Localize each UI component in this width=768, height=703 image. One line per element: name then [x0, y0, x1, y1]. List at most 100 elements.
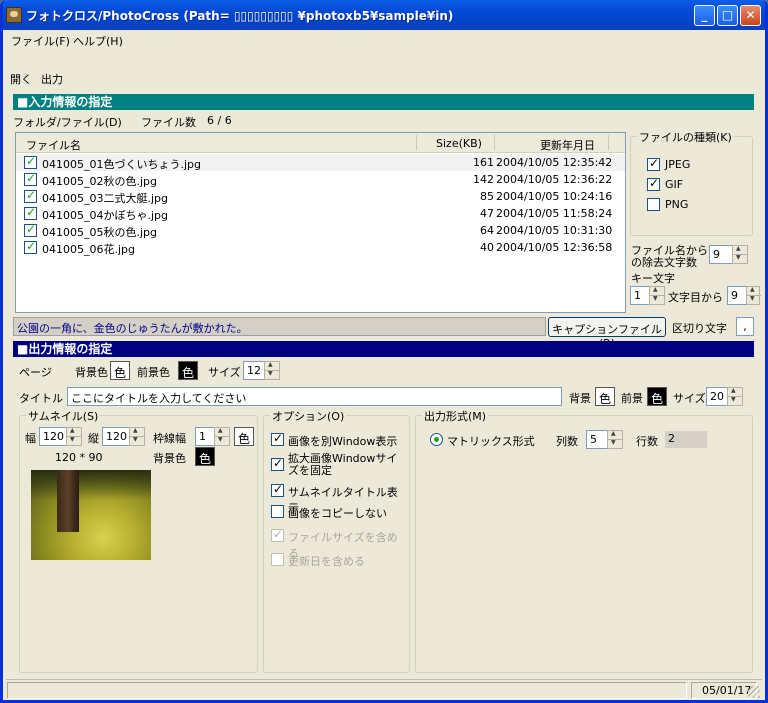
- file-name: 041005_01色づくいちょう.jpg: [42, 158, 202, 171]
- columns-input[interactable]: 5: [586, 430, 608, 449]
- app-window: フォトクロス/PhotoCross (Path= ▯▯▯▯▯▯▯▯▯ ¥phot…: [0, 0, 768, 703]
- thumb-bg-color-button[interactable]: 色: [195, 447, 216, 466]
- column-name-header[interactable]: ファイル名: [26, 137, 81, 153]
- file-date: 2004/10/05 12:35:42: [496, 156, 613, 169]
- png-label: PNG: [665, 198, 689, 211]
- rows-value: 2: [665, 431, 707, 448]
- option-fixed-size-label: 拡大画像Windowサイズを固定: [288, 452, 398, 477]
- file-checkbox[interactable]: [24, 239, 37, 254]
- file-checkbox[interactable]: [24, 188, 37, 203]
- file-row[interactable]: 041005_05秋の色.jpg 64 2004/10/05 10:31:30: [16, 222, 625, 239]
- file-name: 041005_03二式大艇.jpg: [42, 192, 169, 205]
- caption-display: 公園の一角に、金色のじゅうたんが敷かれた。: [13, 317, 546, 336]
- output-button[interactable]: 出力: [41, 71, 63, 87]
- thumb-height-input[interactable]: 120: [102, 427, 130, 446]
- from-char-input[interactable]: 9: [727, 286, 747, 305]
- format-group: 出力形式(M): [415, 408, 753, 673]
- strip-chars-label-2: の除去文字数: [631, 256, 697, 269]
- thumb-width-spinner[interactable]: [66, 427, 82, 446]
- file-name: 041005_04かぼちゃ.jpg: [42, 209, 169, 222]
- file-row[interactable]: 041005_01色づくいちょう.jpg 161 2004/10/05 12:3…: [16, 154, 625, 171]
- page-size-label: サイズ: [208, 366, 241, 379]
- menu-bar: ファイル(F) ヘルプ(H): [3, 30, 765, 50]
- file-list[interactable]: ファイル名 Size(KB) 更新年月日 041005_01色づくいちょう.jp…: [15, 132, 626, 313]
- gif-checkbox[interactable]: [647, 176, 660, 191]
- title-input[interactable]: ここにタイトルを入力してください: [67, 387, 562, 406]
- file-checkbox[interactable]: [24, 154, 37, 169]
- page-fg-color-button[interactable]: 色: [178, 361, 199, 380]
- title-size-spinner[interactable]: [727, 387, 743, 406]
- title-bg-color-button[interactable]: 色: [595, 387, 616, 406]
- file-checkbox[interactable]: [24, 171, 37, 186]
- border-width-input[interactable]: 1: [195, 427, 215, 446]
- strip-chars-input[interactable]: 9: [709, 245, 733, 264]
- input-section-header: ■入力情報の指定: [13, 94, 754, 110]
- file-type-title: ファイルの種類(K): [637, 129, 734, 145]
- title-size-label: サイズ: [673, 392, 706, 405]
- open-button[interactable]: 開く: [10, 71, 32, 87]
- option-separate-window-checkbox[interactable]: [271, 431, 284, 446]
- file-count-value: 6 / 6: [207, 114, 232, 127]
- matrix-radio[interactable]: [430, 433, 443, 446]
- file-name: 041005_05秋の色.jpg: [42, 226, 158, 239]
- option-fixed-size-checkbox[interactable]: [271, 456, 284, 471]
- file-checkbox[interactable]: [24, 205, 37, 220]
- page-bg-color-button[interactable]: 色: [110, 361, 131, 380]
- file-row[interactable]: 041005_04かぼちゃ.jpg 47 2004/10/05 11:58:24: [16, 205, 625, 222]
- delimiter-label: 区切り文字: [672, 322, 727, 335]
- border-color-button[interactable]: 色: [234, 427, 255, 446]
- window-title: フォトクロス/PhotoCross (Path= ▯▯▯▯▯▯▯▯▯ ¥phot…: [26, 9, 454, 23]
- file-size: 142: [473, 173, 494, 186]
- delimiter-input[interactable]: ,: [736, 317, 754, 336]
- menu-file[interactable]: ファイル(F): [11, 33, 70, 49]
- page-bg-label: 背景色: [75, 366, 108, 379]
- title-size-input[interactable]: 20: [706, 387, 728, 406]
- file-row[interactable]: 041005_02秋の色.jpg 142 2004/10/05 12:36:22: [16, 171, 625, 188]
- file-row[interactable]: 041005_03二式大艇.jpg 85 2004/10/05 10:24:16: [16, 188, 625, 205]
- option-update-date-label: 更新日を含める: [288, 555, 365, 568]
- page-size-input[interactable]: 12: [243, 361, 265, 380]
- page-label: ページ: [19, 366, 52, 379]
- key-char-spinner[interactable]: [649, 286, 665, 305]
- thumb-width-input[interactable]: 120: [39, 427, 67, 446]
- menu-help[interactable]: ヘルプ(H): [73, 33, 123, 49]
- option-file-size-checkbox[interactable]: [271, 527, 284, 542]
- file-type-group: ファイルの種類(K) JPEG GIF PNG: [630, 129, 753, 236]
- option-no-copy-checkbox[interactable]: [271, 505, 284, 518]
- caption-file-button[interactable]: キャプションファイル(R): [548, 317, 666, 350]
- column-size-header[interactable]: Size(KB): [436, 137, 482, 150]
- option-separate-window-label: 画像を別Window表示: [288, 435, 398, 448]
- column-date-header[interactable]: 更新年月日: [540, 137, 595, 153]
- option-thumb-title-checkbox[interactable]: [271, 482, 284, 497]
- thumbnail-preview: [31, 470, 151, 560]
- close-button[interactable]: ✕: [740, 5, 761, 26]
- status-bar: 05/01/17: [6, 679, 762, 700]
- from-char-spinner[interactable]: [746, 286, 761, 305]
- file-date: 2004/10/05 10:31:30: [496, 224, 613, 237]
- option-update-date-checkbox[interactable]: [271, 553, 284, 566]
- minimize-button[interactable]: _: [694, 5, 715, 26]
- file-size: 161: [473, 156, 494, 169]
- jpeg-checkbox[interactable]: [647, 156, 660, 171]
- columns-spinner[interactable]: [607, 430, 623, 449]
- border-width-spinner[interactable]: [214, 427, 230, 446]
- key-char-label: キー文字: [631, 272, 675, 285]
- file-date: 2004/10/05 12:36:22: [496, 173, 613, 186]
- file-checkbox[interactable]: [24, 222, 37, 237]
- page-size-spinner[interactable]: [264, 361, 280, 380]
- jpeg-label: JPEG: [665, 158, 691, 171]
- strip-chars-spinner[interactable]: [732, 245, 748, 264]
- maximize-button[interactable]: □: [717, 5, 738, 26]
- resize-grip[interactable]: [748, 686, 760, 698]
- file-list-header: ファイル名 Size(KB) 更新年月日: [16, 133, 625, 153]
- title-fg-color-button[interactable]: 色: [647, 387, 668, 406]
- png-checkbox[interactable]: [647, 198, 660, 211]
- app-icon[interactable]: [6, 7, 22, 23]
- folder-file-button[interactable]: フォルダ/ファイル(D): [13, 114, 122, 130]
- thumb-height-label: 縦: [88, 432, 99, 445]
- thumb-height-spinner[interactable]: [129, 427, 145, 446]
- key-char-input[interactable]: 1: [630, 286, 650, 305]
- file-row[interactable]: 041005_06花.jpg 40 2004/10/05 12:36:58: [16, 239, 625, 256]
- file-date: 2004/10/05 11:58:24: [496, 207, 613, 220]
- title-bar[interactable]: フォトクロス/PhotoCross (Path= ▯▯▯▯▯▯▯▯▯ ¥phot…: [3, 0, 765, 30]
